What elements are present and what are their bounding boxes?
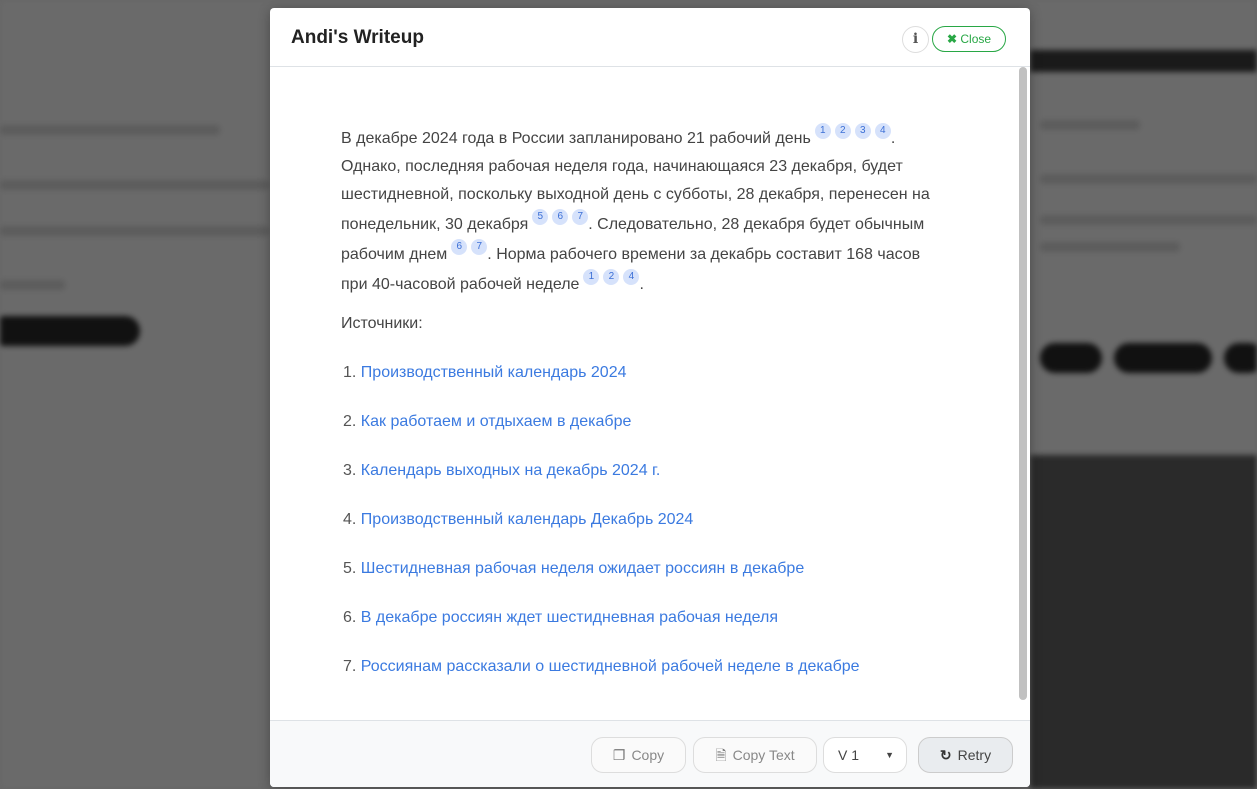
citation-badge[interactable]: 3	[854, 123, 871, 139]
caret-down-icon: ▼	[885, 750, 894, 760]
citation-badge[interactable]: 6	[451, 239, 468, 255]
version-value: V 1	[838, 747, 860, 763]
source-link[interactable]: Производственный календарь Декабрь 2024	[361, 511, 694, 528]
source-number: 6.	[343, 609, 361, 626]
file-text-icon: 🗎	[715, 747, 727, 763]
writeup-paragraph: В декабре 2024 года в России запланирова…	[341, 123, 947, 299]
paragraph-text: .	[639, 276, 644, 293]
source-number: 5.	[343, 560, 361, 577]
source-item: 4. Производственный календарь Декабрь 20…	[343, 511, 860, 560]
source-item: 5. Шестидневная рабочая неделя ожидает р…	[343, 560, 860, 609]
source-item: 1. Производственный календарь 2024	[343, 364, 860, 413]
source-item: 7. Россиянам рассказали о шестидневной р…	[343, 658, 860, 707]
x-icon: ✖	[946, 32, 958, 46]
source-link[interactable]: В декабре россиян ждет шестидневная рабо…	[361, 609, 778, 626]
citation-badge[interactable]: 2	[603, 269, 620, 285]
close-button[interactable]: ✖ Close	[932, 26, 1006, 52]
source-link[interactable]: Производственный календарь 2024	[361, 364, 627, 381]
source-number: 1.	[343, 364, 361, 381]
copy-icon: ❐	[612, 747, 626, 763]
source-link[interactable]: Как работаем и отдыхаем в декабре	[361, 413, 632, 430]
citation-badge[interactable]: 4	[874, 123, 891, 139]
source-number: 7.	[343, 658, 361, 675]
source-link[interactable]: Россиянам рассказали о шестидневной рабо…	[361, 658, 860, 675]
redo-icon: ↻	[939, 747, 952, 763]
modal-footer: ❐ Copy 🗎 Copy Text V 1 ▼ ↻ Retry	[270, 720, 1030, 787]
source-link[interactable]: Шестидневная рабочая неделя ожидает росс…	[361, 560, 804, 577]
source-item: 2. Как работаем и отдыхаем в декабре	[343, 413, 860, 462]
scrollbar[interactable]	[1019, 67, 1027, 700]
paragraph-text: В декабре 2024 года в России запланирова…	[341, 130, 811, 147]
sources-heading: Источники:	[341, 315, 423, 332]
close-label: Close	[960, 32, 992, 46]
copy-label: Copy	[631, 747, 665, 763]
copy-button[interactable]: ❐ Copy	[591, 737, 686, 773]
modal-title: Andi's Writeup	[291, 27, 424, 48]
modal-body: В декабре 2024 года в России запланирова…	[270, 67, 1030, 720]
citation-badge[interactable]: 7	[572, 209, 589, 225]
citation-badge[interactable]: 2	[834, 123, 851, 139]
retry-label: Retry	[957, 747, 992, 763]
source-number: 2.	[343, 413, 361, 430]
copy-text-button[interactable]: 🗎 Copy Text	[693, 737, 817, 773]
retry-button[interactable]: ↻ Retry	[918, 737, 1013, 773]
source-item: 3. Календарь выходных на декабрь 2024 г.	[343, 462, 860, 511]
sources-list: 1. Производственный календарь 2024 2. Как…	[343, 364, 860, 707]
modal-header: Andi's Writeup i ✖ Close	[270, 8, 1030, 67]
source-number: 3.	[343, 462, 361, 479]
citation-badge[interactable]: 7	[471, 239, 488, 255]
citation-badge[interactable]: 4	[623, 269, 640, 285]
citation-badge[interactable]: 1	[814, 123, 831, 139]
copy-text-label: Copy Text	[732, 747, 795, 763]
writeup-modal: Andi's Writeup i ✖ Close В декабре 2024 …	[270, 8, 1030, 787]
version-select[interactable]: V 1 ▼	[823, 737, 907, 773]
source-link[interactable]: Календарь выходных на декабрь 2024 г.	[361, 462, 661, 479]
citation-badge[interactable]: 6	[552, 209, 569, 225]
info-icon[interactable]: i	[902, 26, 929, 53]
citation-badge[interactable]: 5	[532, 209, 549, 225]
citation-badge[interactable]: 1	[583, 269, 600, 285]
source-number: 4.	[343, 511, 361, 528]
source-item: 6. В декабре россиян ждет шестидневная р…	[343, 609, 860, 658]
